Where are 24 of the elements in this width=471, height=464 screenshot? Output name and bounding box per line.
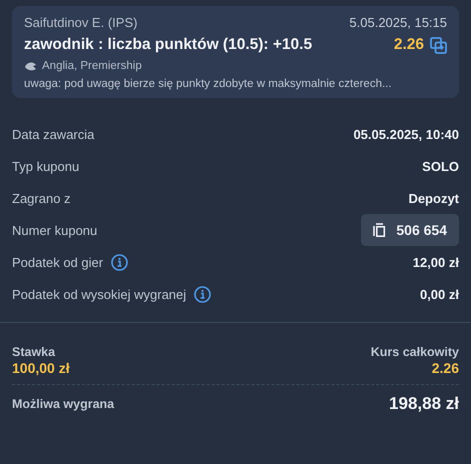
detail-label: Typ kuponu [12, 158, 80, 174]
event-datetime: 5.05.2025, 15:15 [349, 15, 447, 30]
stake-label: Stawka [12, 345, 56, 359]
detail-value: 05.05.2025, 10:40 [353, 126, 459, 142]
possible-win-value: 198,88 zł [389, 394, 459, 414]
player-name: Saifutdinov E. (IPS) [24, 15, 138, 30]
detail-value: 12,00 zł [412, 254, 459, 270]
detail-value: 0,00 zł [420, 286, 459, 302]
market-title: zawodnik : liczba punktów (10.5): +10.5 [24, 36, 312, 54]
detail-label: Data zawarcia [12, 126, 94, 142]
league-name: Anglia, Premiership [42, 60, 142, 72]
detail-value: SOLO [422, 158, 459, 174]
possible-win-label: Możliwa wygrana [12, 397, 114, 411]
total-odds-label: Kurs całkowity [370, 345, 459, 359]
note-text: uwaga: pod uwagę bierze się punkty zdobyte w maksymalnie czterech... [24, 78, 393, 90]
detail-label: Podatek od gier [12, 254, 104, 270]
detail-label: Zagrano z [12, 190, 71, 206]
detail-value: Depozyt [408, 190, 459, 206]
copy-coupon-button[interactable]: 506 654 [361, 214, 459, 246]
odds-value: 2.26 [394, 36, 424, 54]
total-odds-value: 2.26 [432, 360, 459, 376]
detail-label: Numer kuponu [12, 222, 98, 238]
detail-label: Podatek od wysokiej wygranej [12, 286, 186, 302]
stake-value: 100,00 zł [12, 360, 70, 376]
